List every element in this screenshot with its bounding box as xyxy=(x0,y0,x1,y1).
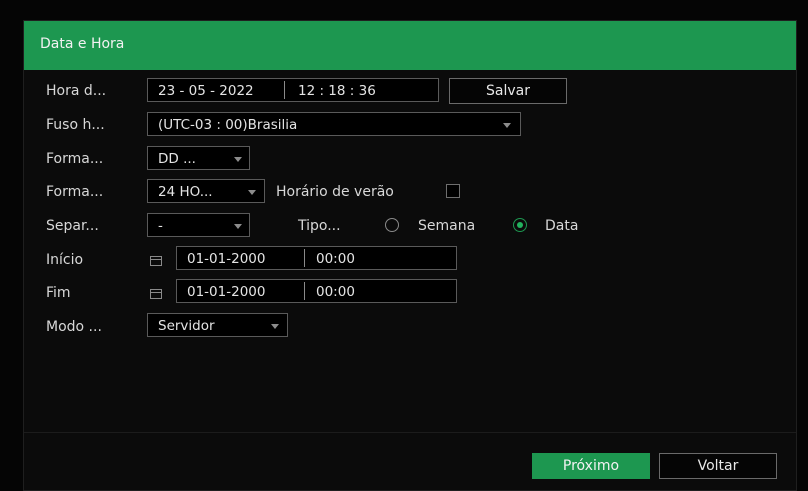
save-button[interactable]: Salvar xyxy=(449,78,567,104)
date-format-dropdown[interactable]: DD ... xyxy=(147,146,250,170)
calendar-icon[interactable] xyxy=(150,256,162,266)
calendar-icon[interactable] xyxy=(150,289,162,299)
field-divider xyxy=(304,282,305,300)
date-format-label: Forma... xyxy=(46,151,104,167)
back-button[interactable]: Voltar xyxy=(659,453,777,479)
mode-label: Modo ... xyxy=(46,319,102,335)
caret-down-icon xyxy=(248,190,256,195)
radio-date[interactable] xyxy=(513,218,527,232)
caret-down-icon xyxy=(271,324,279,329)
end-date-value[interactable]: 01-01-2000 xyxy=(187,284,265,300)
start-time-value[interactable]: 00:00 xyxy=(316,251,355,267)
caret-down-icon xyxy=(503,123,511,128)
time-format-value: 24 HO... xyxy=(158,184,213,200)
dst-checkbox[interactable] xyxy=(446,184,460,198)
separator-dropdown[interactable]: - xyxy=(147,213,250,237)
separator-label: Separ... xyxy=(46,218,99,234)
radio-week[interactable] xyxy=(385,218,399,232)
radio-date-label[interactable]: Data xyxy=(545,218,578,234)
system-datetime-field[interactable]: 23 - 05 - 2022 12 : 18 : 36 xyxy=(147,78,439,102)
system-time-label: Hora d... xyxy=(46,83,107,99)
separator-value: - xyxy=(158,218,163,234)
timezone-dropdown[interactable]: (UTC-03 : 00)Brasilia xyxy=(147,112,521,136)
timezone-label: Fuso h... xyxy=(46,117,105,133)
field-divider xyxy=(304,249,305,267)
date-time-dialog: Data e Hora Hora d... 23 - 05 - 2022 12 … xyxy=(23,20,797,491)
start-date-value[interactable]: 01-01-2000 xyxy=(187,251,265,267)
time-format-label: Forma... xyxy=(46,184,104,200)
dialog-title: Data e Hora xyxy=(40,36,125,52)
dst-label: Horário de verão xyxy=(276,184,394,200)
end-datetime-field[interactable]: 01-01-2000 00:00 xyxy=(176,279,457,303)
dst-type-label: Tipo... xyxy=(298,218,341,234)
mode-value: Servidor xyxy=(158,318,215,334)
start-datetime-field[interactable]: 01-01-2000 00:00 xyxy=(176,246,457,270)
title-bar: Data e Hora xyxy=(24,21,796,70)
next-button[interactable]: Próximo xyxy=(532,453,650,479)
field-divider xyxy=(284,81,285,99)
date-format-value: DD ... xyxy=(158,151,196,167)
end-time-value[interactable]: 00:00 xyxy=(316,284,355,300)
mode-dropdown[interactable]: Servidor xyxy=(147,313,288,337)
start-label: Início xyxy=(46,252,84,268)
time-format-dropdown[interactable]: 24 HO... xyxy=(147,179,265,203)
caret-down-icon xyxy=(234,224,242,229)
end-label: Fim xyxy=(46,285,71,301)
timezone-value: (UTC-03 : 00)Brasilia xyxy=(158,117,298,133)
radio-week-label[interactable]: Semana xyxy=(418,218,475,234)
system-date-value[interactable]: 23 - 05 - 2022 xyxy=(158,83,254,99)
system-time-value[interactable]: 12 : 18 : 36 xyxy=(298,83,376,99)
caret-down-icon xyxy=(234,157,242,162)
footer-divider xyxy=(24,432,796,433)
